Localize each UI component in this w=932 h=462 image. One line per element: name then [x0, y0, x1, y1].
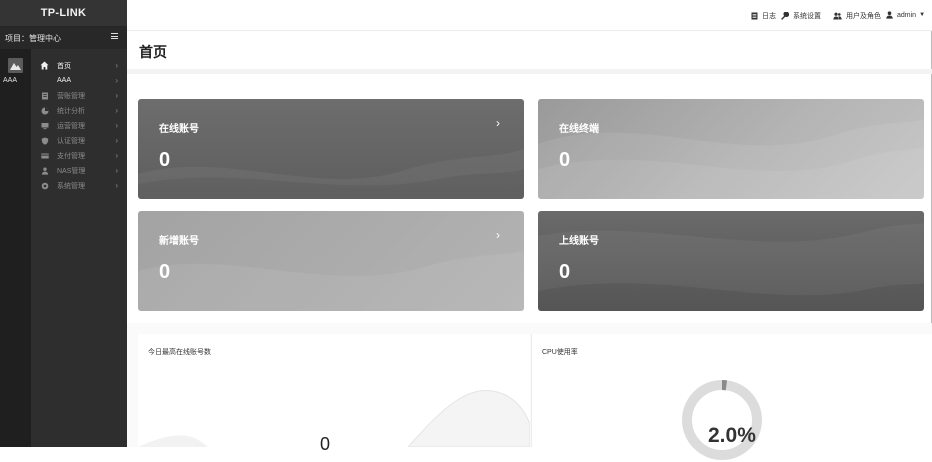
card-label: 在线账号	[159, 120, 199, 135]
card-value: 0	[559, 149, 570, 172]
pie-chart-icon	[40, 106, 49, 115]
cpu-usage-panel: CPU使用率 2.0%	[531, 334, 932, 447]
sidebar-item-payment[interactable]: 支付管理 ›	[31, 148, 127, 163]
sidebar-item-label: 营账管理	[57, 91, 85, 101]
chevron-right-icon: ›	[115, 181, 118, 190]
sidebar-item-system[interactable]: 系统管理 ›	[31, 178, 127, 193]
account-menu[interactable]: admin ▼	[886, 11, 925, 19]
card-wave-decoration	[138, 99, 524, 199]
new-accounts-card[interactable]: 新增账号 0 ›	[138, 211, 524, 311]
gear-icon	[40, 181, 49, 190]
online-terminals-card[interactable]: 在线终端 0	[538, 99, 924, 199]
sidebar-item-label: 统计分析	[57, 106, 85, 116]
sidebar-item-label: NAS管理	[57, 166, 85, 176]
chevron-right-icon: ›	[115, 136, 118, 145]
sidebar-item-accounts[interactable]: 营账管理 ›	[31, 88, 127, 103]
card-label: 上线账号	[559, 232, 599, 247]
sidebar: TP-LINK 项目：管理中心 AAA 首页 › AAA › 营账管理 ›	[0, 0, 127, 447]
account-name: admin	[897, 12, 916, 19]
project-label: 项目：管理中心	[5, 33, 61, 44]
top-bar: 日志 系统设置 用户及角色 admin ▼	[127, 0, 932, 31]
chevron-right-icon[interactable]: ›	[496, 116, 500, 130]
panel-wave-decoration	[138, 334, 530, 447]
menu-toggle-icon[interactable]	[111, 33, 118, 39]
card-value: 0	[159, 261, 170, 284]
panel-title: CPU使用率	[542, 347, 578, 357]
card-value: 0	[559, 261, 570, 284]
sidebar-item-home[interactable]: 首页 ›	[31, 58, 127, 73]
caret-down-icon: ▼	[919, 12, 925, 18]
sidebar-item-label: 首页	[57, 61, 71, 71]
module-rail: AAA	[0, 49, 31, 447]
chevron-right-icon: ›	[115, 151, 118, 160]
user-icon	[886, 11, 893, 19]
login-accounts-card[interactable]: 上线账号 0	[538, 211, 924, 311]
page-title: 首页	[139, 42, 167, 62]
users-roles-link[interactable]: 用户及角色	[833, 11, 881, 21]
sidebar-item-label: AAA	[57, 77, 71, 84]
sidebar-item-operations[interactable]: 运营管理 ›	[31, 118, 127, 133]
sidebar-item-auth[interactable]: 认证管理 ›	[31, 133, 127, 148]
brand-logo: TP-LINK	[0, 0, 127, 27]
chevron-right-icon: ›	[115, 76, 118, 85]
chevron-right-icon: ›	[115, 61, 118, 70]
system-settings-label: 系统设置	[793, 11, 821, 21]
chevron-right-icon[interactable]: ›	[496, 228, 500, 242]
card-label: 在线终端	[559, 120, 599, 135]
peak-online-panel: 今日最高在线账号数 0	[138, 334, 530, 447]
log-link[interactable]: 日志	[751, 11, 776, 21]
chevron-right-icon: ›	[115, 121, 118, 130]
sidebar-item-label: 运营管理	[57, 121, 85, 131]
users-icon	[833, 12, 842, 20]
rail-label: AAA	[3, 77, 17, 84]
sidebar-item-label: 支付管理	[57, 151, 85, 161]
monitor-icon	[40, 121, 49, 130]
document-icon	[751, 12, 758, 20]
chevron-right-icon: ›	[115, 106, 118, 115]
aaa-module-icon[interactable]	[8, 58, 23, 73]
chevron-right-icon: ›	[115, 91, 118, 100]
card-icon	[40, 151, 49, 160]
sidebar-item-label: 系统管理	[57, 181, 85, 191]
wrench-icon	[781, 12, 789, 20]
shield-icon	[40, 136, 49, 145]
sidebar-item-label: 认证管理	[57, 136, 85, 146]
sidebar-nav: 首页 › AAA › 营账管理 › 统计分析 › 运营管理 ›	[31, 58, 127, 193]
header-divider	[127, 69, 932, 74]
chevron-right-icon: ›	[115, 166, 118, 175]
log-label: 日志	[762, 11, 776, 21]
project-selector[interactable]: 项目：管理中心	[0, 27, 127, 49]
online-accounts-card[interactable]: 在线账号 0 ›	[138, 99, 524, 199]
home-icon	[40, 61, 49, 70]
card-value: 0	[159, 149, 170, 172]
system-settings-link[interactable]: 系统设置	[781, 11, 821, 21]
users-icon	[40, 166, 49, 175]
clipboard-icon	[40, 91, 49, 100]
panel-value: 0	[320, 434, 330, 455]
card-wave-decoration	[138, 211, 524, 311]
users-roles-label: 用户及角色	[846, 11, 881, 21]
sidebar-item-statistics[interactable]: 统计分析 ›	[31, 103, 127, 118]
card-wave-decoration	[538, 99, 924, 199]
sidebar-item-aaa[interactable]: AAA ›	[31, 73, 127, 88]
card-wave-decoration	[538, 211, 924, 311]
card-label: 新增账号	[159, 232, 199, 247]
cpu-gauge	[680, 378, 764, 462]
cpu-value: 2.0%	[708, 424, 756, 448]
sidebar-item-nas[interactable]: NAS管理 ›	[31, 163, 127, 178]
